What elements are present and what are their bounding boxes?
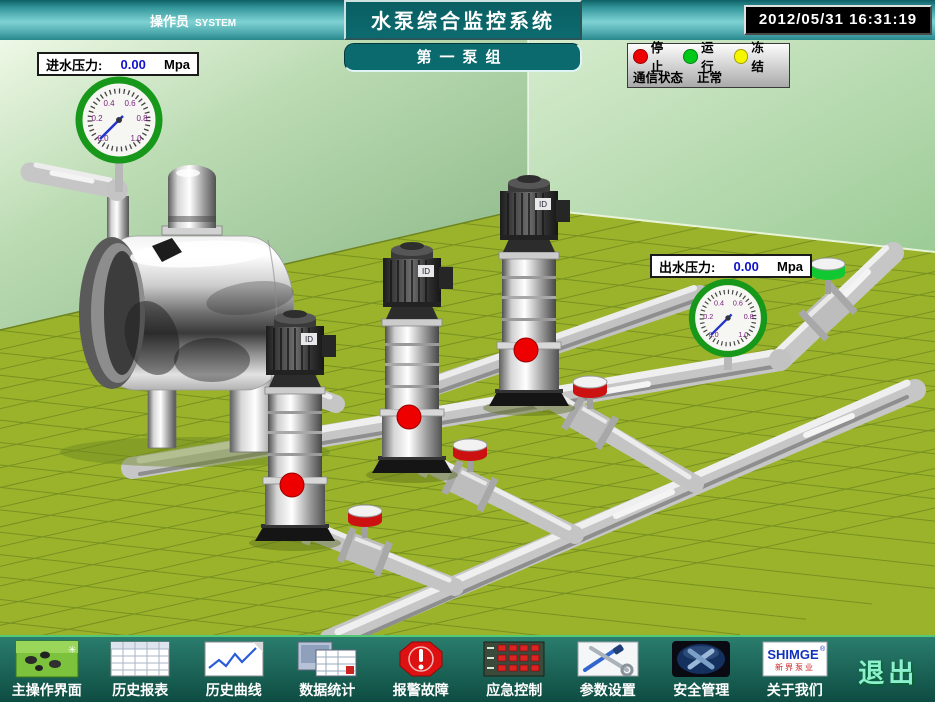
inlet-pressure-gauge xyxy=(79,80,159,160)
home-screen-icon: ✳ xyxy=(15,640,79,678)
inlet-pressure-unit: Mpa xyxy=(164,57,190,72)
emergency-control-button[interactable]: 应急控制 xyxy=(468,637,562,702)
inlet-pressure-label: 进水压力: xyxy=(46,55,102,74)
inlet-pressure-display: 进水压力: 0.00 Mpa xyxy=(37,52,199,76)
exit-button-label: 退出 xyxy=(858,653,918,690)
about-us-button[interactable]: SHIMGE ® 新界泵业 关于我们 xyxy=(748,637,842,702)
svg-text:✳: ✳ xyxy=(68,645,76,656)
comm-status-label: 通信状态 xyxy=(633,67,683,86)
comm-status-value: 正常 xyxy=(697,67,722,86)
toolbar-button-label: 数据统计 xyxy=(299,680,355,700)
status-legend: 停止 运行 冻结 通信状态 正常 xyxy=(627,43,790,88)
history-curve-button[interactable]: 历史曲线 xyxy=(187,637,281,702)
header-bar: 操作员 SYSTEM 水泵综合监控系统 2012/05/31 16:31:19 xyxy=(0,0,935,40)
legend-item-freeze: 冻结 xyxy=(734,37,776,75)
run-status-dot xyxy=(683,49,698,64)
data-statistics-button[interactable]: 数据统计 xyxy=(281,637,375,702)
pump-group-subtitle: 第一泵组 xyxy=(344,43,582,72)
legend-label: 冻结 xyxy=(751,37,776,75)
toolbar-button-label: 参数设置 xyxy=(580,680,636,700)
history-report-button[interactable]: 历史报表 xyxy=(94,637,188,702)
emergency-control-icon xyxy=(483,641,545,677)
toolbar-button-label: 应急控制 xyxy=(486,680,542,700)
toolbar-button-label: 关于我们 xyxy=(767,680,823,700)
outlet-pressure-value: 0.00 xyxy=(734,259,759,274)
brand-text: SHIMGE xyxy=(767,647,819,662)
bottom-toolbar: ✳ 主操作界面 历史报表 历史曲线 xyxy=(0,635,935,702)
hmi-screen: ID 0.0 0.2 0.4 0.6 0.8 1.0 xyxy=(0,0,935,702)
alarm-fault-button[interactable]: 报警故障 xyxy=(374,637,468,702)
outlet-pressure-gauge xyxy=(692,282,764,354)
valve-handwheel[interactable] xyxy=(573,376,607,398)
parameter-settings-icon xyxy=(577,641,639,677)
operator-info: 操作员 SYSTEM xyxy=(150,11,236,30)
toolbar-button-label: 主操作界面 xyxy=(12,680,82,700)
toolbar-button-label: 历史报表 xyxy=(112,680,168,700)
freeze-status-dot xyxy=(734,49,749,64)
outlet-pressure-unit: Mpa xyxy=(777,259,803,274)
registered-mark: ® xyxy=(820,645,826,653)
outlet-pressure-label: 出水压力: xyxy=(659,257,715,276)
history-curve-icon xyxy=(204,641,264,677)
exit-button[interactable]: 退出 xyxy=(842,637,935,702)
data-statistics-icon xyxy=(296,640,358,678)
outlet-pressure-display: 出水压力: 0.00 Mpa xyxy=(650,254,812,278)
toolbar-button-label: 报警故障 xyxy=(393,680,449,700)
operator-label: 操作员 xyxy=(150,14,189,29)
history-report-icon xyxy=(110,641,170,677)
security-management-icon xyxy=(671,640,731,678)
alarm-fault-icon xyxy=(397,640,445,678)
operator-account: SYSTEM xyxy=(195,18,236,29)
datetime-display: 2012/05/31 16:31:19 xyxy=(744,5,932,35)
outlet-valve-handwheel[interactable] xyxy=(811,258,845,280)
security-management-button[interactable]: 安全管理 xyxy=(655,637,749,702)
about-us-icon: SHIMGE ® 新界泵业 xyxy=(762,641,828,677)
pump-room-scene: ID 0.0 0.2 0.4 0.6 0.8 1.0 xyxy=(0,0,935,702)
inlet-pressure-value: 0.00 xyxy=(121,57,146,72)
toolbar-button-label: 历史曲线 xyxy=(206,680,262,700)
valve-handwheel[interactable] xyxy=(348,505,382,527)
valve-handwheel[interactable] xyxy=(453,439,487,461)
brand-subtext: 新界泵业 xyxy=(775,662,815,672)
stop-status-dot xyxy=(633,49,648,64)
toolbar-button-label: 安全管理 xyxy=(673,680,729,700)
main-screen-button[interactable]: ✳ 主操作界面 xyxy=(0,637,94,702)
parameter-settings-button[interactable]: 参数设置 xyxy=(561,637,655,702)
page-title: 水泵综合监控系统 xyxy=(344,0,582,40)
